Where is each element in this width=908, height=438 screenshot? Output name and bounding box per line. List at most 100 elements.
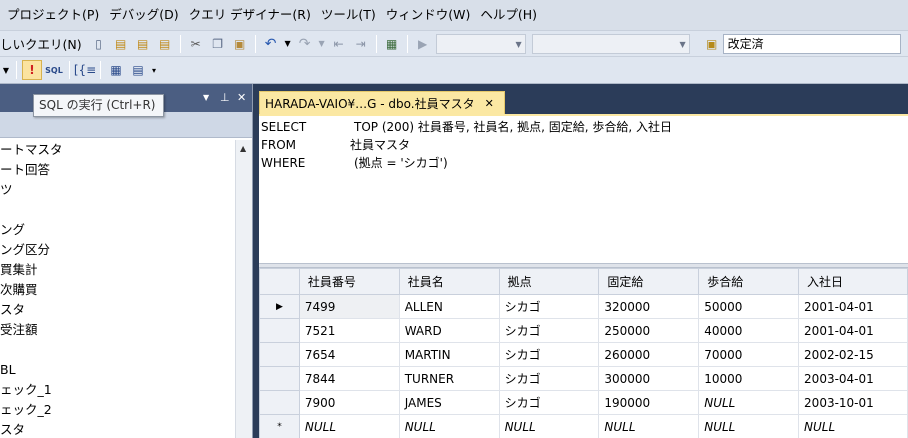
table-row[interactable]: 7844 TURNER シカゴ 300000 10000 2003-04-01 xyxy=(259,366,908,391)
xmla-query-icon[interactable]: ▤ xyxy=(155,34,175,54)
grid-cell[interactable]: 7521 xyxy=(298,318,400,343)
grid-cell[interactable]: 2002-02-15 xyxy=(798,342,908,367)
table-row[interactable]: 7521 WARD シカゴ 250000 40000 2001-04-01 xyxy=(259,318,908,343)
grid-cell[interactable]: 2001-04-01 xyxy=(798,318,908,343)
grid-cell[interactable]: シカゴ xyxy=(498,390,600,415)
toolbar-overflow-icon[interactable]: ▼ xyxy=(1,60,11,80)
tree-item[interactable]: ング区分 xyxy=(0,240,235,260)
new-row-marker[interactable]: * xyxy=(259,414,300,438)
row-header[interactable] xyxy=(259,366,300,391)
grid-cell[interactable]: 2001-04-01 xyxy=(798,294,908,319)
row-header[interactable] xyxy=(259,342,300,367)
grid-cell[interactable]: 70000 xyxy=(698,342,800,367)
tree-item[interactable]: 買集計 xyxy=(0,260,235,280)
column-header[interactable]: 歩合給 xyxy=(698,268,800,295)
grid-cell[interactable]: 40000 xyxy=(698,318,800,343)
toolbar-options-icon[interactable]: ▾ xyxy=(150,60,158,80)
grid-cell[interactable]: シカゴ xyxy=(498,342,600,367)
verify-sql-icon[interactable]: SQL xyxy=(44,60,64,80)
group-by-icon[interactable]: [{≡ xyxy=(74,60,96,80)
grid-cell[interactable]: NULL xyxy=(398,414,500,438)
tree-item[interactable]: BL xyxy=(0,360,235,380)
tab-query-designer[interactable]: HARADA-VAIO¥…G - dbo.社員マスタ ✕ xyxy=(259,91,505,114)
tree-item[interactable]: ェック_2 xyxy=(0,400,235,420)
pin-icon[interactable]: ⊥ xyxy=(220,91,230,104)
tree-item[interactable]: 次購買 xyxy=(0,280,235,300)
tree-scrollbar[interactable]: ▲ xyxy=(235,140,252,438)
menu-item[interactable]: ヘルプ(H) xyxy=(475,0,542,30)
undo-icon[interactable]: ↶ xyxy=(261,34,281,54)
grid-cell[interactable]: TURNER xyxy=(398,366,500,391)
tree-item[interactable]: ート回答 xyxy=(0,160,235,180)
grid-cell[interactable]: シカゴ xyxy=(498,366,600,391)
menu-item[interactable]: ウィンドウ(W) xyxy=(381,0,476,30)
row-header[interactable] xyxy=(259,390,300,415)
grid-cell[interactable]: 320000 xyxy=(598,294,700,319)
tree-item[interactable]: スタ xyxy=(0,300,235,320)
find-in-files-icon[interactable]: ▣ xyxy=(702,34,722,54)
navigate-backward-icon[interactable]: ⇤ xyxy=(329,34,349,54)
grid-cell[interactable]: 260000 xyxy=(598,342,700,367)
tree-item[interactable]: スタ xyxy=(0,420,235,438)
current-row-marker[interactable]: ▶ xyxy=(259,294,300,319)
close-icon[interactable]: ✕ xyxy=(237,91,246,104)
mdx-query-icon[interactable]: ▤ xyxy=(111,34,131,54)
menu-item[interactable]: プロジェクト(P) xyxy=(2,0,104,30)
add-table-icon[interactable]: ▦ xyxy=(106,60,126,80)
execute-sql-icon[interactable]: ! xyxy=(22,60,42,80)
menu-item[interactable]: クエリ デザイナー(R) xyxy=(184,0,316,30)
dmx-query-icon[interactable]: ▤ xyxy=(133,34,153,54)
grid-cell[interactable]: 300000 xyxy=(598,366,700,391)
copy-icon[interactable]: ❐ xyxy=(208,34,228,54)
grid-cell[interactable]: 190000 xyxy=(598,390,700,415)
results-grid[interactable]: 社員番号 社員名 拠点 固定給 歩合給 入社日 ▶ 7499 ALLEN シカゴ 320000 50… xyxy=(259,268,908,438)
grid-cell[interactable]: 10000 xyxy=(698,366,800,391)
grid-cell[interactable]: WARD xyxy=(398,318,500,343)
paste-icon[interactable]: ▣ xyxy=(230,34,250,54)
column-header[interactable]: 入社日 xyxy=(798,268,908,295)
new-row[interactable]: * NULL NULL NULL NULL NULL NULL xyxy=(259,414,908,438)
tree-item[interactable]: 受注額 xyxy=(0,320,235,340)
close-tab-icon[interactable]: ✕ xyxy=(485,97,494,110)
grid-cell[interactable]: 50000 xyxy=(698,294,800,319)
grid-cell[interactable]: NULL xyxy=(798,414,908,438)
panel-menu-dropdown-icon[interactable]: ▼ xyxy=(203,93,209,102)
new-query-button[interactable]: しいクエリ(N) xyxy=(0,34,82,53)
grid-cell[interactable]: NULL xyxy=(598,414,700,438)
grid-cell[interactable]: シカゴ xyxy=(498,318,600,343)
grid-cell[interactable]: NULL xyxy=(698,390,800,415)
menu-item[interactable]: ツール(T) xyxy=(316,0,381,30)
table-row[interactable]: 7654 MARTIN シカゴ 260000 70000 2002-02-15 xyxy=(259,342,908,367)
tree-item[interactable] xyxy=(0,340,235,360)
scroll-up-icon[interactable]: ▲ xyxy=(240,144,246,153)
column-header[interactable]: 社員番号 xyxy=(298,268,400,295)
grid-cell[interactable]: 7499 xyxy=(298,294,400,319)
tree-item[interactable] xyxy=(0,200,235,220)
change-type-combo[interactable]: 改定済 xyxy=(722,33,901,54)
table-row[interactable]: ▶ 7499 ALLEN シカゴ 320000 50000 2001-04-01 xyxy=(259,294,908,319)
row-header[interactable] xyxy=(259,318,300,343)
start-debug-icon[interactable]: ▶ xyxy=(413,34,433,54)
menu-item[interactable]: デバッグ(D) xyxy=(104,0,183,30)
new-file-icon[interactable]: ▯ xyxy=(89,34,109,54)
column-header[interactable]: 拠点 xyxy=(498,268,600,295)
column-header[interactable]: 固定給 xyxy=(598,268,700,295)
grid-cell[interactable]: シカゴ xyxy=(498,294,600,319)
tree-item[interactable]: ツ xyxy=(0,180,235,200)
grid-cell[interactable]: NULL xyxy=(298,414,400,438)
undo-dropdown-icon[interactable]: ▼ xyxy=(283,34,293,54)
tree-item[interactable]: ング xyxy=(0,220,235,240)
grid-cell[interactable]: 2003-10-01 xyxy=(798,390,908,415)
grid-cell[interactable]: ALLEN xyxy=(398,294,500,319)
grid-cell[interactable]: 2003-04-01 xyxy=(798,366,908,391)
activity-monitor-icon[interactable]: ▦ xyxy=(382,34,402,54)
grid-cell[interactable]: JAMES xyxy=(398,390,500,415)
grid-cell[interactable]: MARTIN xyxy=(398,342,500,367)
table-row[interactable]: 7900 JAMES シカゴ 190000 NULL 2003-10-01 xyxy=(259,390,908,415)
column-header[interactable]: 社員名 xyxy=(398,268,500,295)
grid-cell[interactable]: 250000 xyxy=(598,318,700,343)
cut-icon[interactable]: ✂ xyxy=(186,34,206,54)
navigate-forward-icon[interactable]: ⇥ xyxy=(351,34,371,54)
tree-item[interactable]: ェック_1 xyxy=(0,380,235,400)
add-new-derived-table-icon[interactable]: ▤ xyxy=(128,60,148,80)
